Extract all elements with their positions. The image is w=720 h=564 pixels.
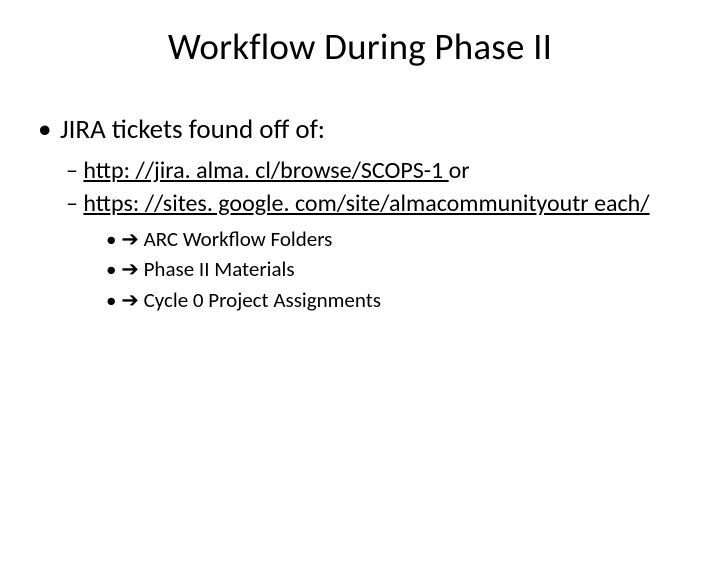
bullet-lvl1: •JIRA tickets found off of: [38,113,670,147]
bullet-lvl3: • ➔ Cycle 0 Project Assignments [38,286,670,314]
bullet-dash-icon: – [66,156,83,185]
arrow-icon: ➔ [121,226,143,252]
bullet-dot-icon: • [106,287,121,313]
slide-title: Workflow During Phase II [0,24,720,69]
bullet-lvl3-text: ARC Workflow Folders [144,226,333,252]
bullet-lvl3-text: Cycle 0 Project Assignments [144,287,381,313]
bullet-lvl3: • ➔ Phase II Materials [38,255,670,283]
arrow-icon: ➔ [121,287,143,313]
bullet-dot-icon: • [38,113,60,147]
link-jira[interactable]: http: //jira. alma. cl/browse/SCOPS-1 [83,156,448,185]
link-google-sites[interactable]: https: //sites. google. com/site/almacom… [83,189,649,218]
bullet-lvl3: • ➔ ARC Workflow Folders [38,225,670,253]
bullet-lvl1-text: JIRA tickets found off of: [60,113,325,146]
bullet-dash-icon: – [66,189,83,218]
bullet-lvl3-text: Phase II Materials [144,256,295,282]
bullet-lvl2-suffix: or [449,156,470,185]
bullet-lvl2: – https: //sites. google. com/site/almac… [38,188,670,219]
bullet-dot-icon: • [106,226,121,252]
arrow-icon: ➔ [121,256,143,282]
slide-body: •JIRA tickets found off of: – http: //ji… [0,113,720,314]
slide: Workflow During Phase II •JIRA tickets f… [0,24,720,564]
bullet-dot-icon: • [106,256,121,282]
bullet-lvl2: – http: //jira. alma. cl/browse/SCOPS-1 … [38,155,670,186]
